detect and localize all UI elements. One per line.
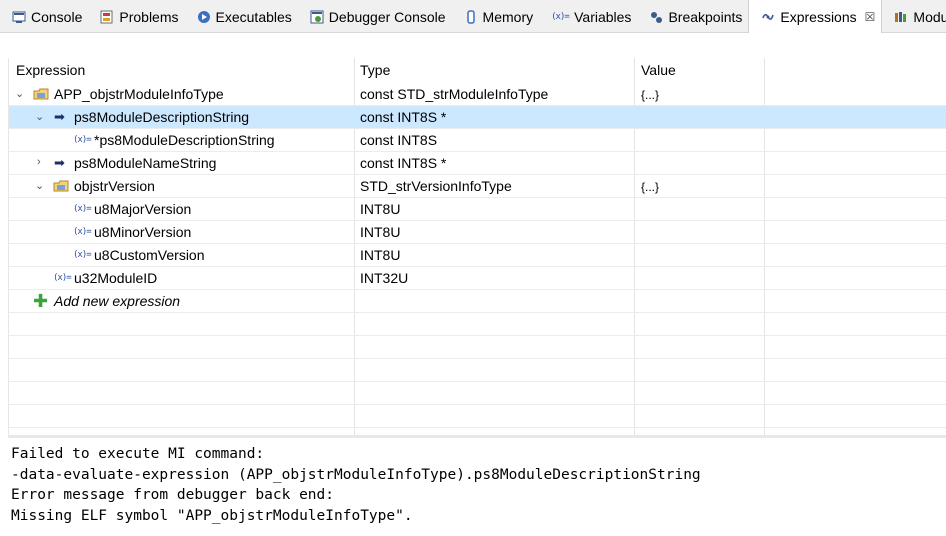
variable-icon: (x)= <box>73 135 92 145</box>
expression-name: ps8ModuleNameString <box>74 155 217 171</box>
table-row[interactable]: ⌄ APP_objstrModuleInfoType const STD_str… <box>9 83 946 106</box>
close-tab-icon[interactable]: ☒ <box>865 10 876 24</box>
expanded-chevron-icon[interactable]: ⌄ <box>15 87 25 101</box>
tab-label: Console <box>31 8 83 25</box>
expression-type: const INT8S <box>360 132 438 148</box>
tab-label: Problems <box>119 8 179 25</box>
tab-variables[interactable]: (x)= Variables <box>539 0 637 33</box>
tab-breakpoints[interactable]: Breakpoints <box>637 0 748 33</box>
tab-label: Debugger Console <box>328 8 446 25</box>
table-row[interactable]: ⌄ objstrVersion STD_strVersionInfoType {… <box>9 175 946 198</box>
expressions-icon <box>761 10 775 24</box>
empty-row <box>9 359 946 382</box>
add-new-expression-row[interactable]: ✚ Add new expression <box>9 290 946 313</box>
detail-line: Missing ELF symbol "APP_objstrModuleInfo… <box>11 507 413 524</box>
breakpoints-icon <box>649 10 663 24</box>
empty-row <box>9 336 946 359</box>
tab-expressions[interactable]: Expressions ☒ <box>748 0 883 34</box>
expression-name: ps8ModuleDescriptionString <box>74 109 250 125</box>
tab-executables[interactable]: Executables <box>185 0 298 33</box>
table-row[interactable]: (x)= u8MajorVersion INT8U <box>9 198 946 221</box>
column-header-value[interactable]: Value <box>641 62 676 78</box>
expression-type: STD_strVersionInfoType <box>360 178 512 194</box>
detail-line: Failed to execute MI command: <box>11 446 265 462</box>
expressions-tree-table[interactable]: Expression Type Value ⌄ APP_objstrModule… <box>8 58 946 435</box>
expression-name: u8CustomVersion <box>94 247 205 263</box>
expression-type: INT8U <box>360 201 401 217</box>
table-row-selected[interactable]: ⌄ ➡ ps8ModuleDescriptionString const INT… <box>9 106 946 129</box>
expanded-chevron-icon[interactable]: ⌄ <box>35 110 45 124</box>
table-row[interactable]: (x)= u32ModuleID INT32U <box>9 267 946 290</box>
expression-type: const INT8S * <box>360 155 447 171</box>
expression-name: APP_objstrModuleInfoType <box>54 86 224 102</box>
add-new-expression-label[interactable]: Add new expression <box>54 293 180 309</box>
column-header-type[interactable]: Type <box>360 62 390 78</box>
expression-details-pane[interactable]: Failed to execute MI command: -data-evalu… <box>8 435 946 536</box>
variables-icon: (x)= <box>551 11 570 22</box>
expression-type: INT8U <box>360 224 401 240</box>
pointer-icon: ➡ <box>54 155 65 170</box>
tab-modules[interactable]: Modules <box>882 0 946 33</box>
variable-icon: (x)= <box>73 227 92 237</box>
tab-console[interactable]: Console <box>0 0 88 33</box>
executables-icon <box>197 10 211 24</box>
struct-icon <box>53 179 69 193</box>
column-header-expression[interactable]: Expression <box>16 62 85 78</box>
struct-icon <box>33 87 49 101</box>
problems-icon <box>100 10 114 24</box>
tab-memory[interactable]: Memory <box>452 0 540 33</box>
expression-type: const STD_strModuleInfoType <box>360 86 549 102</box>
view-tab-bar: Console Problems Executables Debugger Co… <box>0 0 946 34</box>
empty-row <box>9 405 946 428</box>
expression-name: objstrVersion <box>74 178 155 194</box>
expression-name: u8MinorVersion <box>94 224 192 240</box>
table-row[interactable]: (x)= u8CustomVersion INT8U <box>9 244 946 267</box>
collapsed-chevron-icon[interactable]: › <box>37 156 47 170</box>
tab-problems[interactable]: Problems <box>88 0 184 33</box>
expression-name: u8MajorVersion <box>94 201 192 217</box>
tab-debugger-console[interactable]: Debugger Console <box>298 0 452 33</box>
tab-label: Variables <box>574 8 632 25</box>
tab-label: Expressions <box>780 9 857 25</box>
expression-value: {...} <box>641 180 660 194</box>
table-header: Expression Type Value <box>9 58 946 82</box>
expression-type: const INT8S * <box>360 109 447 125</box>
expression-type: INT32U <box>360 270 409 286</box>
table-row[interactable]: (x)= *ps8ModuleDescriptionString const I… <box>9 129 946 152</box>
expression-value: {...} <box>641 88 660 102</box>
variable-icon: (x)= <box>53 273 72 283</box>
tab-label: Modules <box>913 8 946 25</box>
console-icon <box>12 10 26 24</box>
view-toolbar-area <box>0 33 946 58</box>
expanded-chevron-icon[interactable]: ⌄ <box>35 179 45 193</box>
expression-type: INT8U <box>360 247 401 263</box>
debugger-console-icon <box>310 10 324 24</box>
tab-label: Breakpoints <box>668 8 743 25</box>
expression-name: u32ModuleID <box>74 270 158 286</box>
tab-label: Memory <box>482 8 534 25</box>
expression-name: *ps8ModuleDescriptionString <box>94 132 275 148</box>
detail-line: Error message from debugger back end: <box>11 487 335 503</box>
detail-line: -data-evaluate-expression (APP_objstrMod… <box>11 466 701 483</box>
empty-row <box>9 313 946 336</box>
tab-label: Executables <box>215 8 292 25</box>
modules-icon <box>894 10 908 24</box>
table-row[interactable]: (x)= u8MinorVersion INT8U <box>9 221 946 244</box>
pointer-icon: ➡ <box>54 109 65 124</box>
table-row[interactable]: › ➡ ps8ModuleNameString const INT8S * <box>9 152 946 175</box>
memory-icon <box>464 9 478 24</box>
empty-row <box>9 382 946 405</box>
variable-icon: (x)= <box>73 250 92 260</box>
add-icon: ✚ <box>33 291 49 311</box>
variable-icon: (x)= <box>73 204 92 214</box>
